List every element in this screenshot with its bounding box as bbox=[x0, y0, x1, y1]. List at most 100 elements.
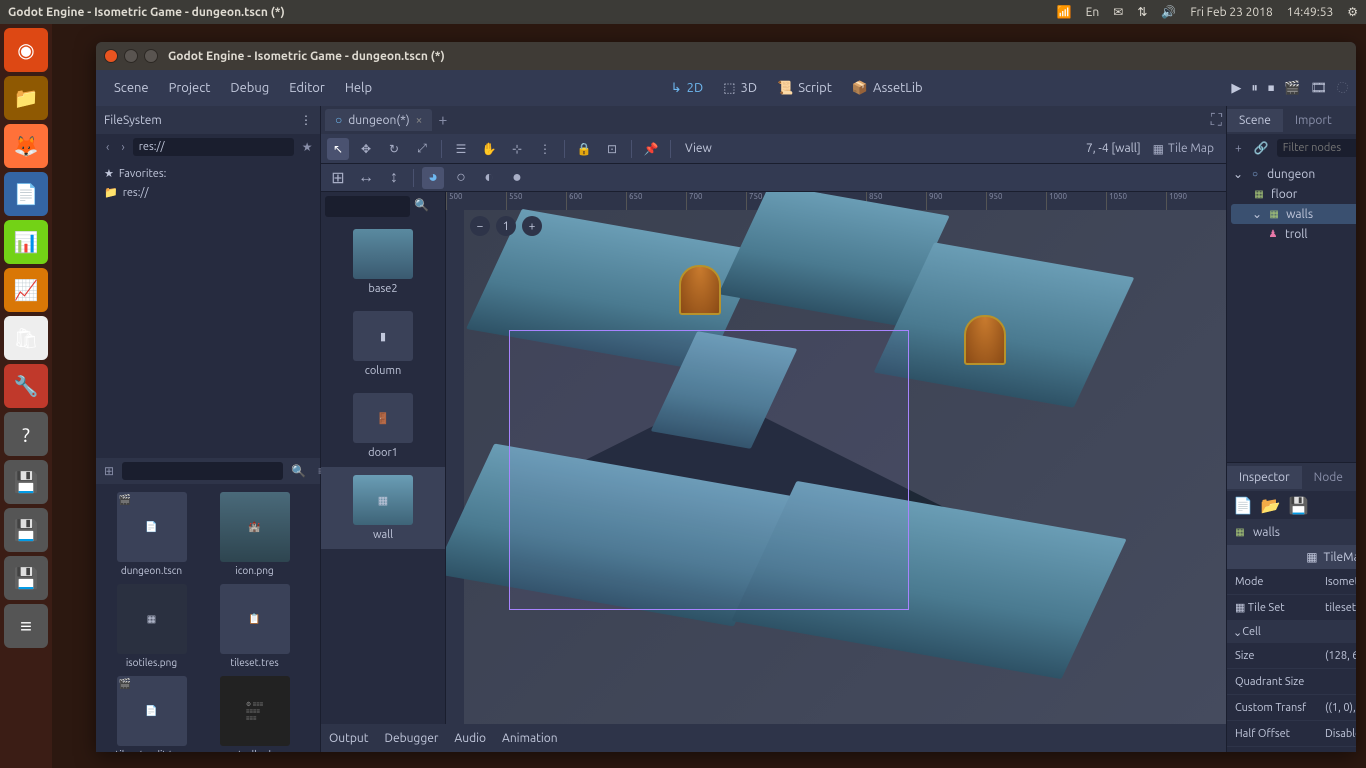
nav-forward-button[interactable]: › bbox=[117, 139, 128, 156]
palette-search[interactable] bbox=[325, 196, 410, 217]
play-button[interactable]: ▶ bbox=[1231, 81, 1241, 96]
inspector-class-header[interactable]: ▦ TileMap bbox=[1227, 545, 1356, 569]
launcher-writer[interactable]: 📄 bbox=[4, 172, 48, 216]
sound-icon[interactable]: 🔊 bbox=[1161, 5, 1176, 19]
scene-tab[interactable]: ○ dungeon(*) × bbox=[325, 109, 432, 131]
tab-node[interactable]: Node bbox=[1302, 466, 1355, 489]
prop-quadrant[interactable]: Quadrant Size16◇ bbox=[1227, 669, 1356, 695]
menu-project[interactable]: Project bbox=[159, 75, 221, 101]
prop-tileset[interactable]: ▦ Tile Settileset.tr bbox=[1227, 595, 1356, 621]
file-item[interactable]: 📋tileset.tres bbox=[207, 584, 302, 668]
mode-assetlib-button[interactable]: 📦 AssetLib bbox=[842, 75, 933, 102]
file-item[interactable]: 🎬📄dungeon.tscn bbox=[104, 492, 199, 576]
file-search-input[interactable] bbox=[122, 462, 283, 480]
path-input[interactable] bbox=[133, 138, 294, 156]
menu-help[interactable]: Help bbox=[335, 75, 382, 101]
launcher-help[interactable]: ? bbox=[4, 412, 48, 456]
zoom-out-button[interactable]: − bbox=[470, 216, 490, 236]
date-label[interactable]: Fri Feb 23 2018 bbox=[1190, 6, 1272, 19]
favorite-star-icon[interactable]: ★ bbox=[298, 138, 317, 156]
window-titlebar[interactable]: Godot Engine - Isometric Game - dungeon.… bbox=[96, 42, 1356, 70]
palette-item-base2[interactable]: base2 bbox=[321, 221, 445, 303]
launcher-disk2[interactable]: 💾 bbox=[4, 508, 48, 552]
launcher-software[interactable]: 🛍 bbox=[4, 316, 48, 360]
lock-tool[interactable]: 🔒 bbox=[573, 138, 595, 160]
rotate-tool[interactable]: ↻ bbox=[383, 138, 405, 160]
pause-button[interactable]: ⏸ bbox=[1251, 81, 1258, 96]
snap-v-icon[interactable]: ↕ bbox=[383, 167, 405, 189]
window-close-button[interactable] bbox=[104, 49, 118, 63]
list-select-tool[interactable]: ☰ bbox=[450, 138, 472, 160]
add-node-button[interactable]: + bbox=[1231, 140, 1246, 157]
tab-scene[interactable]: Scene bbox=[1227, 109, 1283, 132]
zoom-in-button[interactable]: + bbox=[522, 216, 542, 236]
bottom-output[interactable]: Output bbox=[329, 732, 368, 745]
network-icon[interactable]: ⇅ bbox=[1137, 5, 1147, 19]
window-minimize-button[interactable] bbox=[124, 49, 138, 63]
tab-import[interactable]: Import bbox=[1283, 109, 1344, 132]
prop-size[interactable]: Size(128, 64 bbox=[1227, 643, 1356, 669]
tree-node-troll[interactable]: ♟troll🎬📜◉ bbox=[1231, 224, 1356, 244]
prop-mode[interactable]: ModeIsometri bbox=[1227, 569, 1356, 595]
lang-indicator[interactable]: En bbox=[1086, 6, 1100, 19]
stop-button[interactable]: ⏹ bbox=[1268, 81, 1275, 96]
select-tool[interactable]: ↖ bbox=[327, 138, 349, 160]
menu-debug[interactable]: Debug bbox=[220, 75, 279, 101]
bottom-animation[interactable]: Animation bbox=[502, 732, 558, 745]
res-folder[interactable]: 📁 res:// bbox=[104, 183, 312, 202]
search-icon[interactable]: 🔍 bbox=[287, 462, 310, 480]
palette-item-door1[interactable]: 🚪door1 bbox=[321, 385, 445, 467]
mode-3d-button[interactable]: ⬚ 3D bbox=[713, 75, 767, 102]
move-tool[interactable]: ✥ bbox=[355, 138, 377, 160]
time-label[interactable]: 14:49:53 bbox=[1287, 6, 1334, 19]
bottom-audio[interactable]: Audio bbox=[454, 732, 486, 745]
snap-h-icon[interactable]: ↔ bbox=[355, 167, 377, 189]
launcher-stack[interactable]: ≡ bbox=[4, 604, 48, 648]
picker-tool[interactable]: ◐ bbox=[478, 167, 500, 189]
prop-half-offset[interactable]: Half OffsetDisabled bbox=[1227, 721, 1356, 747]
panel-menu-icon[interactable]: ⋮ bbox=[300, 113, 312, 127]
zoom-level[interactable]: 1 bbox=[496, 216, 516, 236]
window-maximize-button[interactable] bbox=[144, 49, 158, 63]
mode-script-button[interactable]: 📜 Script bbox=[767, 75, 842, 102]
ruler-tool[interactable]: ⊹ bbox=[506, 138, 528, 160]
instance-node-button[interactable]: 🔗 bbox=[1250, 139, 1273, 157]
bottom-debugger[interactable]: Debugger bbox=[384, 732, 438, 745]
eraser-tool[interactable]: ● bbox=[506, 167, 528, 189]
menu-scene[interactable]: Scene bbox=[104, 75, 159, 101]
pan-tool[interactable]: ✋ bbox=[478, 138, 500, 160]
launcher-disk3[interactable]: 💾 bbox=[4, 556, 48, 600]
mail-icon[interactable]: ✉ bbox=[1113, 5, 1123, 19]
file-item[interactable]: 🎬📄tileset_edit.tscn bbox=[104, 676, 199, 752]
new-resource-icon[interactable]: 📄 bbox=[1233, 496, 1253, 515]
snap-grid-icon[interactable]: ⊞ bbox=[327, 167, 349, 189]
menu-editor[interactable]: Editor bbox=[279, 75, 335, 101]
tab-inspector[interactable]: Inspector bbox=[1227, 466, 1302, 489]
file-item[interactable]: ⚙ ≡≡≡≡≡≡≡≡≡≡troll.gd bbox=[207, 676, 302, 752]
palette-item-column[interactable]: ▮column bbox=[321, 303, 445, 385]
tree-node-walls[interactable]: ⌄▦walls◉ bbox=[1231, 204, 1356, 224]
launcher-calc[interactable]: 📊 bbox=[4, 220, 48, 264]
add-tab-button[interactable]: + bbox=[438, 111, 447, 129]
launcher-disk1[interactable]: 💾 bbox=[4, 460, 48, 504]
play-custom-button[interactable]: 🎞 bbox=[1311, 81, 1328, 96]
save-resource-icon[interactable]: 💾 bbox=[1289, 496, 1309, 515]
view-menu[interactable]: View bbox=[679, 142, 718, 155]
snap-options[interactable]: ⋮ bbox=[534, 138, 556, 160]
distraction-free-icon[interactable]: ⛶ bbox=[1211, 111, 1222, 130]
launcher-firefox[interactable]: 🦊 bbox=[4, 124, 48, 168]
bucket-tool[interactable]: ○ bbox=[450, 167, 472, 189]
launcher-settings[interactable]: 🔧 bbox=[4, 364, 48, 408]
launcher-impress[interactable]: 📈 bbox=[4, 268, 48, 312]
load-resource-icon[interactable]: 📂 bbox=[1261, 496, 1281, 515]
bone-tool[interactable]: 📌 bbox=[640, 138, 662, 160]
paint-tool[interactable]: ◕ bbox=[422, 167, 444, 189]
palette-item-wall[interactable]: ▦wall bbox=[321, 467, 445, 549]
filter-nodes-input[interactable] bbox=[1277, 139, 1356, 157]
launcher-files[interactable]: 📁 bbox=[4, 76, 48, 120]
group-tool[interactable]: ⊡ bbox=[601, 138, 623, 160]
tree-node-root[interactable]: ⌄○dungeon◉ bbox=[1231, 164, 1356, 184]
wifi-icon[interactable]: 📶 bbox=[1057, 5, 1072, 19]
play-scene-button[interactable]: 🎬 bbox=[1284, 81, 1300, 96]
viewport-canvas[interactable]: 5005506006507007508008509009501000105010… bbox=[446, 192, 1226, 724]
